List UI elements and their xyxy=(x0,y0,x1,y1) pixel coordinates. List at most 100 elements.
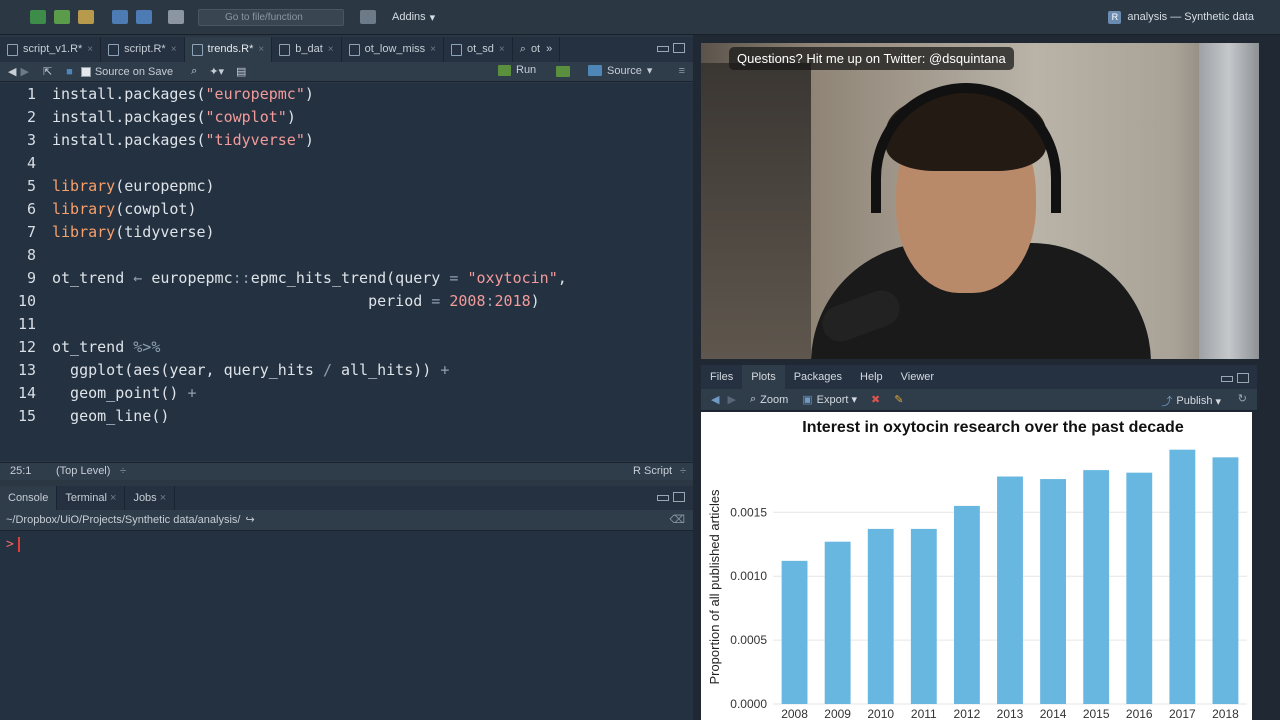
tab-ot[interactable]: ⌕ ot » xyxy=(513,37,561,62)
close-icon[interactable]: × xyxy=(258,37,264,62)
tab-label: Jobs xyxy=(133,492,157,504)
export-icon: ▣ xyxy=(802,394,813,406)
tab-plots[interactable]: Plots xyxy=(742,365,785,389)
project-menu[interactable]: analysis — Synthetic data xyxy=(1108,11,1254,24)
code-editor[interactable]: 1 install.packages("europepmc") 2 install.… xyxy=(0,83,693,461)
tab-terminal[interactable]: Terminal × xyxy=(57,486,126,510)
maximize-pane-icon[interactable] xyxy=(673,43,685,53)
chevron-down-icon[interactable]: ▾ xyxy=(647,64,653,77)
addins-chevron-icon[interactable]: ▾ xyxy=(430,11,436,24)
chart-x-tick-label: 2014 xyxy=(1040,707,1067,720)
search-icon[interactable]: ⌕ xyxy=(191,65,197,78)
tab-packages[interactable]: Packages xyxy=(785,365,851,389)
save-icon[interactable] xyxy=(112,10,128,24)
tab-label: ot_sd xyxy=(467,43,494,55)
tab-label: trends.R* xyxy=(207,43,254,55)
goto-file-input[interactable]: Go to file/function xyxy=(198,8,344,26)
tab-script[interactable]: script.R* × xyxy=(101,37,185,62)
save-all-icon[interactable] xyxy=(136,10,152,24)
open-file-icon[interactable] xyxy=(78,10,94,24)
run-button[interactable]: Run xyxy=(498,64,536,76)
previous-plot-icon[interactable]: ◀ xyxy=(711,393,719,406)
publish-button[interactable]: ⤴ Publish ▾ xyxy=(1161,393,1221,409)
code-line: 1 install.packages("europepmc") xyxy=(26,85,314,103)
maximize-pane-icon[interactable] xyxy=(673,492,685,502)
tab-ot-sd[interactable]: ot_sd × xyxy=(444,37,513,62)
go-to-directory-icon[interactable]: ↪ xyxy=(245,514,254,526)
chart-bar xyxy=(867,528,894,704)
minimize-pane-icon[interactable] xyxy=(657,46,669,52)
clear-console-icon[interactable]: ⌫ xyxy=(669,510,685,531)
code-line: 13 ggplot(aes(year, query_hits / all_hit… xyxy=(17,361,450,379)
working-directory: ~/Dropbox/UiO/Projects/Synthetic data/an… xyxy=(0,510,693,531)
magic-wand-icon[interactable]: ✦▾ xyxy=(209,65,224,78)
more-tabs-icon[interactable]: » xyxy=(546,37,552,62)
close-icon[interactable]: × xyxy=(328,37,334,62)
code-line: 5 library(europepmc) xyxy=(26,177,215,195)
r-file-icon xyxy=(108,43,120,56)
publish-icon: ⤴ xyxy=(1161,396,1173,408)
scope-chevron-icon[interactable]: ÷ xyxy=(120,463,126,480)
tab-jobs[interactable]: Jobs × xyxy=(125,486,176,510)
cursor-position: 25:1 xyxy=(10,465,32,477)
compile-report-icon[interactable]: ▤ xyxy=(236,65,246,78)
chart-y-axis-label: Proportion of all published articles xyxy=(707,489,722,685)
minimize-pane-icon[interactable] xyxy=(657,495,669,501)
source-button[interactable]: Source ▾ xyxy=(588,64,652,77)
remove-plot-icon[interactable]: ✖ xyxy=(871,393,880,406)
back-arrow-icon[interactable]: ◀ xyxy=(8,65,16,78)
minimize-pane-icon[interactable] xyxy=(1221,376,1233,382)
export-button[interactable]: ▣ Export ▾ xyxy=(802,393,857,407)
maximize-pane-icon[interactable] xyxy=(1237,373,1249,383)
chart-x-tick-label: 2011 xyxy=(911,707,937,720)
refresh-icon[interactable]: ↻ xyxy=(1238,392,1247,405)
clear-plots-icon[interactable]: ✎ xyxy=(894,393,903,406)
rerun-icon[interactable] xyxy=(556,66,570,77)
zoom-button[interactable]: ⌕ Zoom xyxy=(750,393,788,406)
new-project-icon[interactable] xyxy=(54,10,70,24)
tab-help[interactable]: Help xyxy=(851,365,892,389)
close-icon[interactable]: × xyxy=(499,37,505,62)
console-input[interactable]: > xyxy=(0,531,693,558)
tab-files[interactable]: Files xyxy=(701,365,742,389)
editor-tabs: script_v1.R* × script.R* × trends.R* × b_da… xyxy=(0,37,693,62)
file-type-selector[interactable]: R Script xyxy=(633,463,672,480)
code-line: 10 period = 2008:2018) xyxy=(17,292,540,310)
tab-ot-low-miss[interactable]: ot_low_miss × xyxy=(342,37,444,62)
new-file-icon[interactable] xyxy=(30,10,46,24)
tab-trends[interactable]: trends.R* × xyxy=(184,37,273,62)
code-line: 14 geom_point() + xyxy=(17,384,197,402)
code-line: 11 xyxy=(17,315,36,333)
print-icon[interactable] xyxy=(168,10,184,24)
source-label: Source xyxy=(607,64,642,77)
tab-script-v1[interactable]: script_v1.R* × xyxy=(0,37,102,62)
tab-label: script.R* xyxy=(124,43,166,55)
close-icon[interactable]: × xyxy=(87,37,93,62)
console-pane: Console Terminal × Jobs × ~/Dropbox/UiO/… xyxy=(0,486,693,720)
run-icon xyxy=(498,64,511,76)
code-line: 2 install.packages("cowplot") xyxy=(26,108,296,126)
outline-icon[interactable]: ≡ xyxy=(679,65,685,77)
tab-viewer[interactable]: Viewer xyxy=(892,365,943,389)
chart-y-tick-label: 0.0010 xyxy=(730,569,767,583)
addins-menu[interactable]: Addins xyxy=(392,11,426,23)
grid-icon[interactable] xyxy=(360,10,376,24)
webcam-window xyxy=(701,63,811,359)
forward-arrow-icon[interactable]: ▶ xyxy=(20,65,28,78)
main-toolbar: Go to file/function Addins ▾ analysis — … xyxy=(0,0,1280,35)
close-icon[interactable]: × xyxy=(171,37,177,62)
source-icon xyxy=(588,65,602,76)
close-icon[interactable]: × xyxy=(160,492,166,504)
scope-indicator[interactable]: (Top Level) xyxy=(56,463,110,480)
save-icon[interactable]: ■ xyxy=(66,66,73,78)
show-in-window-icon[interactable]: ⇱ xyxy=(43,65,52,78)
source-on-save-checkbox[interactable]: Source on Save xyxy=(80,66,173,78)
next-plot-icon[interactable]: ▶ xyxy=(727,393,735,406)
tab-b-dat[interactable]: b_dat × xyxy=(272,37,342,62)
close-icon[interactable]: × xyxy=(110,492,116,504)
file-type-chevron-icon[interactable]: ÷ xyxy=(680,463,686,480)
tab-console[interactable]: Console xyxy=(0,486,58,510)
chart-y-tick-label: 0.0005 xyxy=(730,633,767,647)
close-icon[interactable]: × xyxy=(430,37,436,62)
checkbox-box[interactable] xyxy=(80,66,91,77)
